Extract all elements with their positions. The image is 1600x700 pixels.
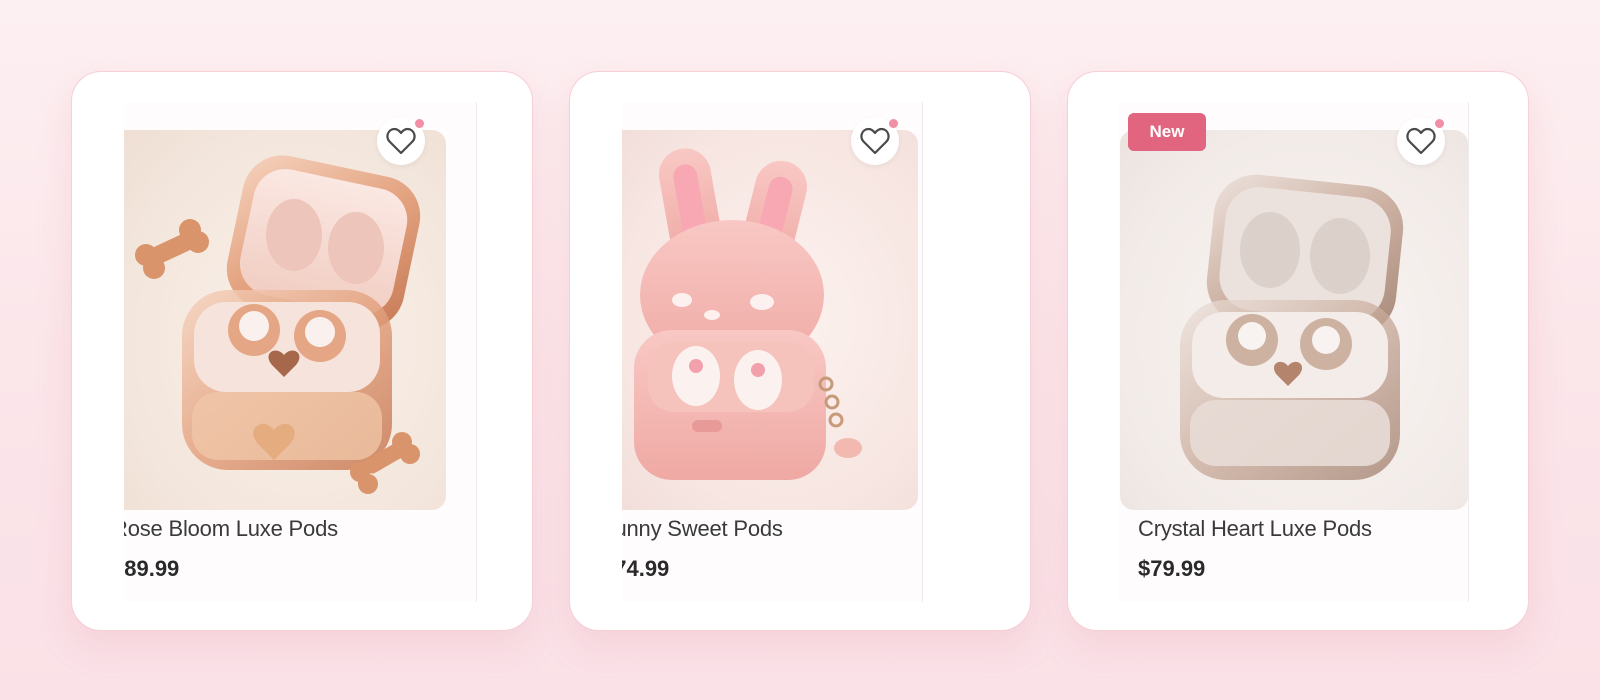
product-image-bunny-sweet xyxy=(622,130,918,510)
product-price: $79.99 xyxy=(1138,556,1206,581)
favorite-button[interactable] xyxy=(851,117,899,165)
product-card-bunny-sweet[interactable]: Bunny Sweet Pods $74.99 xyxy=(569,71,1031,631)
new-badge: New xyxy=(1128,113,1206,151)
product-price: $74.99 xyxy=(622,556,670,581)
product-tile: Bunny Sweet Pods $74.99 xyxy=(622,102,923,602)
product-tile: New Crystal Heart Luxe Pods $79.99 xyxy=(1118,102,1469,602)
product-card-crystal-heart[interactable]: New Crystal Heart Luxe Pods $79.99 xyxy=(1067,71,1529,631)
notification-dot xyxy=(415,119,424,128)
favorite-button[interactable] xyxy=(1397,117,1445,165)
product-image-rose-bloom xyxy=(124,130,446,510)
heart-outline-icon xyxy=(860,127,890,155)
product-image-crystal-heart xyxy=(1120,130,1468,510)
product-name[interactable]: Bunny Sweet Pods xyxy=(622,516,783,542)
heart-outline-icon xyxy=(1406,127,1436,155)
favorite-button[interactable] xyxy=(377,117,425,165)
heart-outline-icon xyxy=(386,127,416,155)
product-price: $89.99 xyxy=(124,556,180,581)
product-tile: Rose Bloom Luxe Pods $89.99 xyxy=(124,102,477,602)
product-card-rose-bloom[interactable]: Rose Bloom Luxe Pods $89.99 xyxy=(71,71,533,631)
product-name[interactable]: Crystal Heart Luxe Pods xyxy=(1138,516,1372,542)
notification-dot xyxy=(1435,119,1444,128)
notification-dot xyxy=(889,119,898,128)
product-name[interactable]: Rose Bloom Luxe Pods xyxy=(124,516,338,542)
